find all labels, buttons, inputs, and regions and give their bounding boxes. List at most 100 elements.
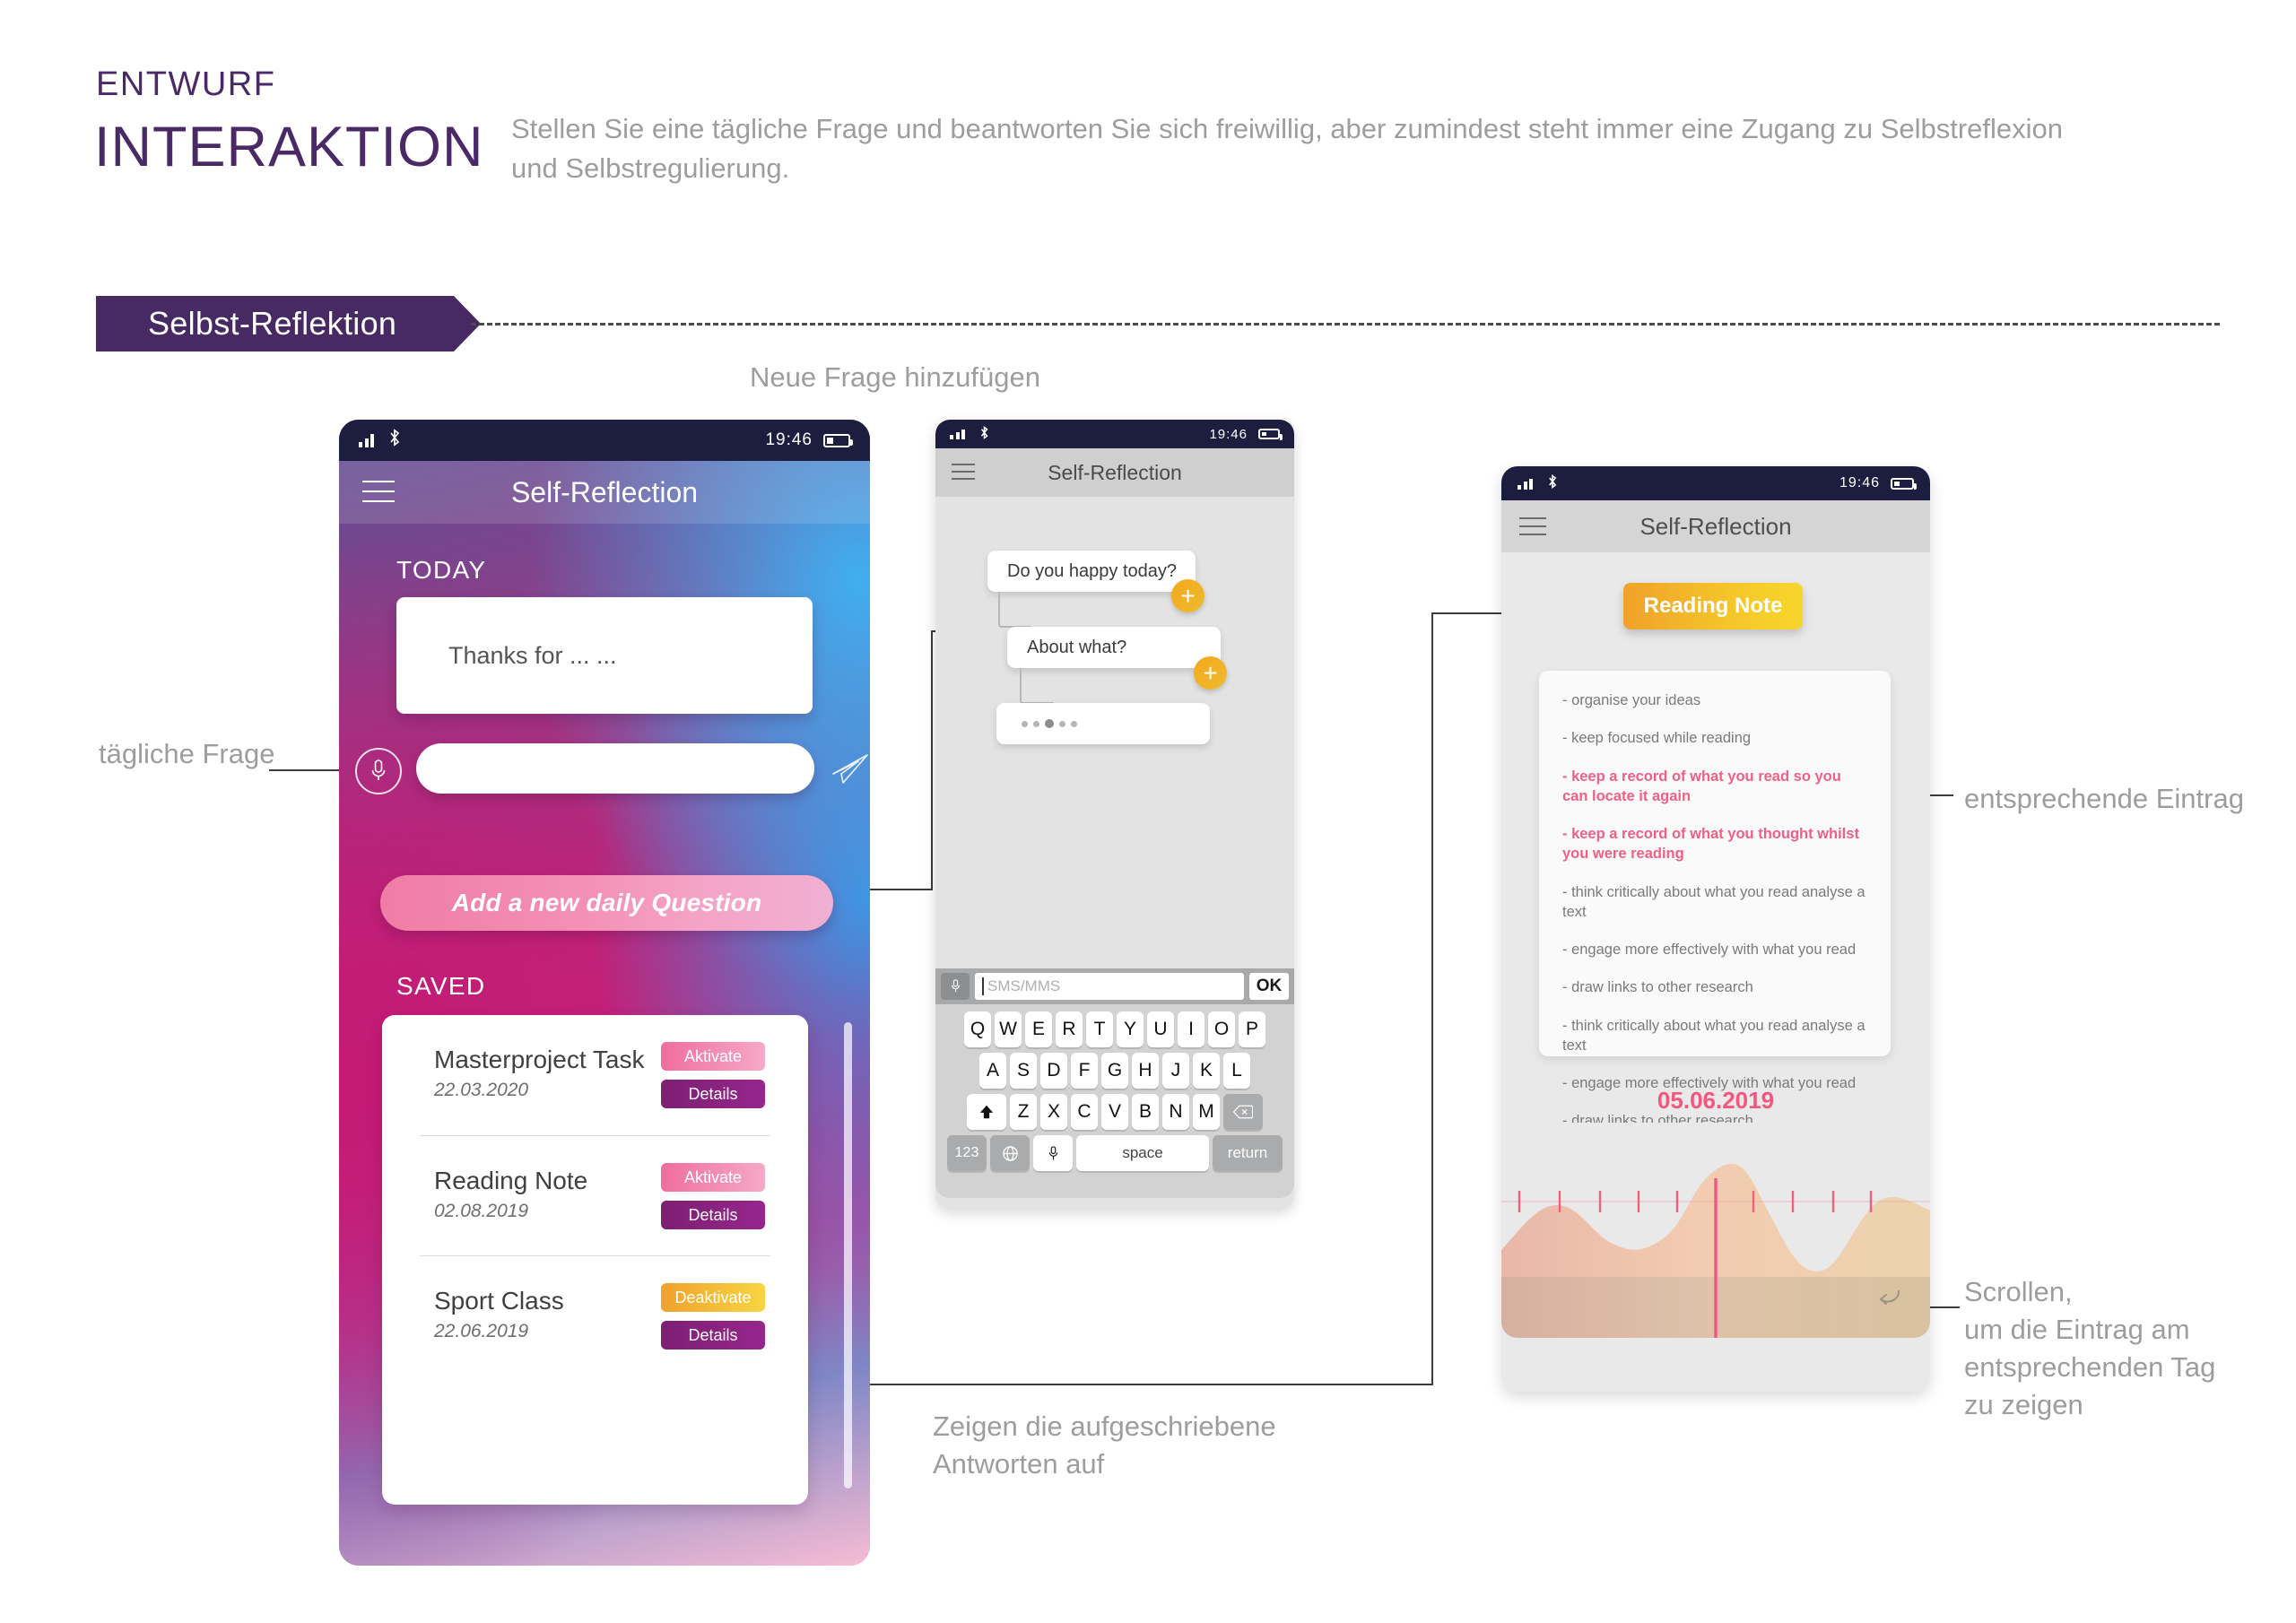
microphone-icon[interactable] [1033, 1135, 1073, 1171]
send-paper-plane-icon[interactable] [831, 751, 870, 786]
leader-details-h [787, 1384, 1433, 1385]
undo-arrow-icon[interactable] [1874, 1282, 1905, 1313]
key-u[interactable]: U [1147, 1011, 1174, 1047]
key-y[interactable]: Y [1117, 1011, 1144, 1047]
numbers-key[interactable]: 123 [947, 1135, 987, 1171]
battery-icon [823, 433, 853, 447]
saved-list-scrollbar[interactable] [844, 1022, 852, 1488]
details-button[interactable]: Details [661, 1201, 765, 1229]
key-c[interactable]: C [1071, 1094, 1098, 1130]
caption-scroll-line4: zu zeigen [1964, 1388, 2083, 1420]
key-f[interactable]: F [1071, 1053, 1098, 1089]
saved-item-actions: Deaktivate Details [661, 1283, 765, 1358]
phone1-navbar: Self-Reflection [339, 461, 870, 524]
today-section-label: TODAY [396, 556, 487, 584]
sms-input[interactable]: SMS/MMS [975, 973, 1244, 1000]
saved-list: Masterproject Task 22.03.2020 Aktivate D… [382, 1015, 808, 1505]
key-o[interactable]: O [1208, 1011, 1235, 1047]
add-follow-up-button[interactable]: + [1171, 579, 1205, 612]
reading-note-tag-label: Reading Note [1643, 594, 1783, 618]
table-row[interactable]: Masterproject Task 22.03.2020 Aktivate D… [382, 1015, 808, 1135]
details-button[interactable]: Details [661, 1321, 765, 1350]
key-k[interactable]: K [1193, 1053, 1220, 1089]
phone1-content: TODAY Thanks for ... ... Add a new daily… [339, 524, 870, 1566]
key-b[interactable]: B [1132, 1094, 1159, 1130]
bluetooth-icon [979, 425, 989, 443]
keyboard-row-2: A S D F G H J K L [939, 1053, 1291, 1089]
key-v[interactable]: V [1101, 1094, 1128, 1130]
hamburger-menu-icon[interactable] [952, 464, 975, 480]
hamburger-menu-icon[interactable] [1519, 517, 1546, 535]
reading-note-tag[interactable]: Reading Note [1623, 583, 1803, 629]
note-card[interactable]: - organise your ideas - keep focused whi… [1539, 671, 1891, 1129]
question-bubble[interactable]: Do you happy today? [987, 551, 1196, 592]
note-line: - draw links to other research [1562, 979, 1753, 996]
note-line: - think critically about what you read a… [1562, 1017, 1866, 1054]
page-title: INTERAKTION [94, 116, 484, 178]
timeline-date-label: 05.06.2019 [1657, 1087, 1775, 1114]
ok-button[interactable]: OK [1249, 973, 1289, 1000]
add-follow-up-button[interactable]: + [1194, 656, 1227, 690]
key-p[interactable]: P [1239, 1011, 1265, 1047]
table-row[interactable]: Sport Class 22.06.2019 Deaktivate Detail… [420, 1255, 770, 1376]
timeline-chart[interactable] [1501, 1123, 1930, 1338]
battery-icon [1891, 477, 1917, 490]
phone3-status-bar: 19:46 [1501, 466, 1930, 500]
key-x[interactable]: X [1040, 1094, 1067, 1130]
bubble-connector-line [998, 592, 1031, 628]
note-line: - keep focused while reading [1562, 730, 1752, 747]
hamburger-menu-icon[interactable] [362, 481, 395, 502]
add-daily-question-label: Add a new daily Question [451, 889, 762, 916]
caption-scroll-line3: entsprechenden Tag [1964, 1350, 2216, 1383]
key-s[interactable]: S [1010, 1053, 1037, 1089]
sms-input-bar: SMS/MMS OK [935, 968, 1294, 1004]
key-q[interactable]: Q [964, 1011, 991, 1047]
caption-show-answers-line1: Zeigen die aufgeschriebene [933, 1410, 1276, 1442]
bluetooth-icon [1547, 473, 1558, 493]
caption-show-answers: Zeigen die aufgeschriebene Antworten auf [933, 1408, 1276, 1483]
key-d[interactable]: D [1040, 1053, 1067, 1089]
key-w[interactable]: W [995, 1011, 1022, 1047]
key-j[interactable]: J [1162, 1053, 1189, 1089]
activate-button[interactable]: Aktivate [661, 1163, 765, 1192]
shift-arrow-icon[interactable] [967, 1094, 1006, 1130]
key-z[interactable]: Z [1010, 1094, 1037, 1130]
signal-bars-icon [950, 429, 965, 439]
phone1-app-title: Self-Reflection [510, 475, 699, 508]
details-button[interactable]: Details [661, 1080, 765, 1108]
key-g[interactable]: G [1101, 1053, 1128, 1089]
space-key[interactable]: space [1076, 1135, 1209, 1171]
activate-button[interactable]: Aktivate [661, 1042, 765, 1071]
table-row[interactable]: Reading Note 02.08.2019 Aktivate Details [420, 1135, 770, 1255]
key-l[interactable]: L [1223, 1053, 1250, 1089]
backspace-icon[interactable] [1223, 1094, 1263, 1130]
caption-scroll-line1: Scrollen, [1964, 1276, 2073, 1307]
phone3-app-title: Self-Reflection [1639, 512, 1792, 540]
typing-bubble[interactable] [996, 703, 1210, 744]
microphone-icon[interactable] [355, 748, 402, 794]
microphone-icon[interactable] [941, 973, 970, 1000]
return-key[interactable]: return [1213, 1135, 1283, 1171]
key-r[interactable]: R [1056, 1011, 1083, 1047]
deactivate-button[interactable]: Deaktivate [661, 1283, 765, 1312]
signal-bars-icon [1518, 478, 1533, 490]
key-n[interactable]: N [1162, 1094, 1189, 1130]
saved-item-actions: Aktivate Details [661, 1163, 765, 1238]
answer-input[interactable] [416, 743, 814, 794]
key-a[interactable]: A [979, 1053, 1006, 1089]
phone3-navbar: Self-Reflection [1501, 500, 1930, 552]
saved-item-actions: Aktivate Details [661, 1042, 765, 1117]
key-i[interactable]: I [1178, 1011, 1205, 1047]
add-daily-question-button[interactable]: Add a new daily Question [380, 875, 833, 931]
key-h[interactable]: H [1132, 1053, 1159, 1089]
key-t[interactable]: T [1086, 1011, 1113, 1047]
key-m[interactable]: M [1193, 1094, 1220, 1130]
question-bubble[interactable]: About what? [1007, 627, 1221, 668]
today-question-card[interactable]: Thanks for ... ... [396, 597, 813, 714]
bubble-connector-line [1020, 668, 1054, 704]
phone2-content: Do you happy today? + About what? + SMS/… [935, 497, 1294, 1209]
note-line-highlighted: - keep a record of what you thought whil… [1562, 826, 1859, 863]
globe-icon[interactable] [990, 1135, 1030, 1171]
mockup-page: ENTWURF INTERAKTION Stellen Sie eine täg… [0, 0, 2296, 1623]
key-e[interactable]: E [1025, 1011, 1052, 1047]
